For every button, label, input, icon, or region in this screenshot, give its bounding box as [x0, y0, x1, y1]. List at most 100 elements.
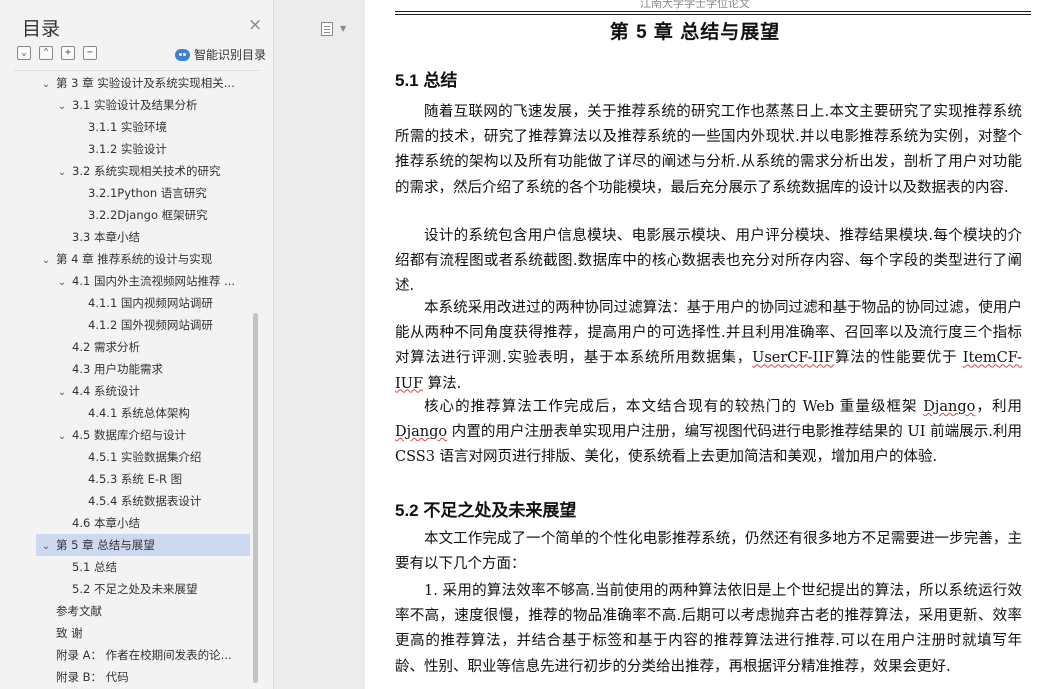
add-heading-icon[interactable]: +: [61, 46, 75, 60]
chevron-down-icon[interactable]: ⌄: [40, 536, 52, 558]
paragraph: 随着互联网的飞速发展，关于推荐系统的研究工作也蒸蒸日上.本文主要研究了实现推荐系…: [395, 100, 1022, 201]
toc-item[interactable]: 4.3 用户功能需求: [0, 358, 163, 380]
toc-item-label: 3.1.1 实验环境: [88, 120, 167, 134]
toc-item[interactable]: 4.5.4 系统数据表设计: [0, 490, 201, 512]
toc-scrollbar[interactable]: [253, 313, 258, 683]
paragraph: 设计的系统包含用户信息模块、电影展示模块、用户评分模块、推荐结果模块.每个模块的…: [395, 224, 1022, 300]
divider: [14, 70, 260, 71]
chevron-down-icon[interactable]: ⌄: [56, 96, 68, 118]
paragraph-text: 核心的推荐算法工作完成后，本文结合现有的较热门的 Web 重量级框架: [424, 399, 924, 415]
toc-item[interactable]: 4.4.1 系统总体架构: [0, 402, 190, 424]
toc-item-label: 3.1 实验设计及结果分析: [72, 98, 198, 112]
toc-item[interactable]: ⌄ 第 5 章 总结与展望: [36, 534, 250, 556]
toc-item[interactable]: 3.2.2Django 框架研究: [0, 204, 208, 226]
toc-item[interactable]: 4.5.1 实验数据集介绍: [0, 446, 201, 468]
toc-item[interactable]: ⌄ 第 3 章 实验设计及系统实现相关...: [0, 72, 235, 94]
collapse-all-icon[interactable]: ⌃: [39, 46, 53, 60]
toc-item[interactable]: 附录 B： 代码: [0, 666, 129, 688]
ai-toc-label: 智能识别目录: [194, 48, 267, 62]
toc-item[interactable]: 4.1.1 国内视频网站调研: [0, 292, 213, 314]
toc-item-label: 4.5 数据库介绍与设计: [72, 428, 186, 442]
toc-item[interactable]: ⌄ 4.4 系统设计: [0, 380, 140, 402]
toc-item-label: 4.1.1 国内视频网站调研: [88, 296, 213, 310]
toc-toolbar: ⌄ ⌃ + −: [17, 46, 97, 60]
toc-item[interactable]: ⌄ 3.2 系统实现相关技术的研究: [0, 160, 221, 184]
document-page: 江南大学学士学位论文 第 5 章 总结与展望 5.1 总结 随着互联网的飞速发展…: [365, 0, 1053, 689]
toc-item[interactable]: 3.1.1 实验环境: [0, 116, 167, 138]
toc-tree: ⌄ 第 3 章 实验设计及系统实现相关... ⌄ 3.1 实验设计及结果分析 3.1.1…: [0, 72, 256, 689]
toc-item[interactable]: 附录 A： 作者在校期间发表的论...: [0, 644, 232, 666]
toc-item[interactable]: 4.2 需求分析: [0, 336, 140, 358]
toc-item-label: 第 4 章 推荐系统的设计与实现: [56, 252, 213, 266]
chevron-down-icon[interactable]: ⌄: [56, 382, 68, 404]
toc-item-label: 4.5.3 系统 E-R 图: [88, 472, 183, 486]
paragraph: 本文工作完成了一个简单的个性化电影推荐系统，仍然还有很多地方不足需要进一步完善，…: [395, 527, 1022, 577]
chevron-down-icon[interactable]: ⌄: [56, 426, 68, 448]
toc-item-label: 第 5 章 总结与展望: [56, 538, 155, 552]
toc-item-label: 3.1.2 实验设计: [88, 142, 167, 156]
toc-item-label: 附录 A： 作者在校期间发表的论...: [56, 648, 232, 662]
chevron-down-icon[interactable]: ▼: [340, 24, 346, 33]
paragraph-text: 算法.: [423, 375, 462, 392]
paragraph-text: 内置的用户注册表单实现用户注册，编写视图代码进行电影推荐结果的 UI 前端展示.…: [395, 424, 1022, 466]
expand-all-icon[interactable]: ⌄: [17, 46, 31, 60]
toc-item-label: 4.4.1 系统总体架构: [88, 406, 190, 420]
toc-item-label: 参考文献: [56, 604, 102, 618]
ai-toc-button[interactable]: 智能识别目录: [175, 46, 266, 63]
remove-heading-icon[interactable]: −: [83, 46, 97, 60]
toc-item-label: 致 谢: [56, 626, 83, 640]
toc-item-label: 4.6 本章小结: [72, 516, 140, 530]
toc-item[interactable]: 4.5.3 系统 E-R 图: [0, 468, 182, 490]
toc-item-label: 3.2 系统实现相关技术的研究: [72, 164, 221, 178]
toc-item[interactable]: ⌄ 4.5 数据库介绍与设计: [0, 424, 186, 446]
toc-item[interactable]: 参考文献: [0, 600, 102, 622]
paragraph-text: 随着互联网的飞速发展，关于推荐系统的研究工作也蒸蒸日上.本文主要研究了实现推荐系…: [395, 104, 1022, 196]
toc-sidebar: 目录 × ⌄ ⌃ + − 智能识别目录 ⌄ 第 3 章 实验设计及系统实现相关..…: [0, 0, 274, 689]
toc-item[interactable]: 4.6 本章小结: [0, 512, 140, 534]
section-title: 5.1 总结: [395, 71, 458, 90]
paragraph: 核心的推荐算法工作完成后，本文结合现有的较热门的 Web 重量级框架 Djang…: [395, 395, 1022, 471]
paragraph: 本系统采用改进过的两种协同过滤算法：基于用户的协同过滤和基于物品的协同过滤，使用…: [395, 296, 1022, 397]
paragraph-text: 设计的系统包含用户信息模块、电影展示模块、用户评分模块、推荐结果模块.每个模块的…: [395, 228, 1022, 295]
toc-item-label: 第 3 章 实验设计及系统实现相关...: [56, 76, 235, 90]
toc-item[interactable]: 致 谢: [0, 622, 83, 644]
paragraph: 1. 采用的算法效率不够高.当前使用的两种算法依旧是上个世纪提出的算法，所以系统…: [395, 579, 1022, 680]
toc-item-label: 附录 B： 代码: [56, 670, 129, 684]
toc-item[interactable]: 3.2.1Python 语言研究: [0, 182, 207, 204]
toc-item[interactable]: 3.3 本章小结: [0, 226, 140, 248]
toc-item[interactable]: 5.2 不足之处及未来展望: [0, 578, 197, 600]
toc-item-label: 4.1.2 国外视频网站调研: [88, 318, 213, 332]
spellcheck-underlined-text: Django: [395, 424, 448, 441]
toc-item-label: 4.1 国内外主流视频网站推荐 ...: [72, 274, 236, 288]
chevron-down-icon[interactable]: ⌄: [40, 250, 52, 272]
toc-item-label: 4.2 需求分析: [72, 340, 140, 354]
chevron-down-icon[interactable]: ⌄: [56, 272, 68, 294]
toc-item-label: 5.2 不足之处及未来展望: [72, 582, 198, 596]
section-title: 5.2 不足之处及未来展望: [395, 501, 577, 520]
toc-item-label: 5.1 总结: [72, 560, 117, 574]
toc-item-label: 3.2.1Python 语言研究: [88, 186, 207, 200]
chevron-down-icon[interactable]: ⌄: [56, 162, 68, 184]
toc-item[interactable]: 5.1 总结: [0, 556, 117, 578]
toc-item-label: 3.3 本章小结: [72, 230, 140, 244]
toc-item[interactable]: ⌄ 4.1 国内外主流视频网站推荐 ...: [0, 270, 235, 292]
spellcheck-underlined-text: UserCF-IIF: [752, 350, 835, 367]
toc-item[interactable]: ⌄ 第 4 章 推荐系统的设计与实现: [0, 248, 213, 272]
running-header: 江南大学学士学位论文: [640, 0, 750, 10]
header-rule: [395, 11, 1031, 12]
toc-item-label: 4.5.1 实验数据集介绍: [88, 450, 202, 464]
sidebar-title: 目录: [22, 18, 61, 40]
spellcheck-underlined-text: Django: [923, 399, 976, 415]
header-rule: [395, 14, 1031, 15]
toc-item[interactable]: 4.1.2 国外视频网站调研: [0, 314, 213, 336]
ai-robot-icon: [175, 48, 190, 61]
paragraph-text: ，利用: [975, 399, 1022, 415]
document-icon[interactable]: [321, 22, 333, 36]
toc-item-label: 3.2.2Django 框架研究: [88, 208, 208, 222]
toc-item[interactable]: ⌄ 3.1 实验设计及结果分析: [0, 94, 198, 118]
close-icon[interactable]: ×: [248, 15, 262, 35]
chevron-down-icon[interactable]: ⌄: [40, 74, 52, 96]
toc-item[interactable]: 3.1.2 实验设计: [0, 138, 167, 160]
paragraph-text: 算法的性能要优于: [834, 350, 963, 367]
toc-item-label: 4.5.4 系统数据表设计: [88, 494, 202, 508]
